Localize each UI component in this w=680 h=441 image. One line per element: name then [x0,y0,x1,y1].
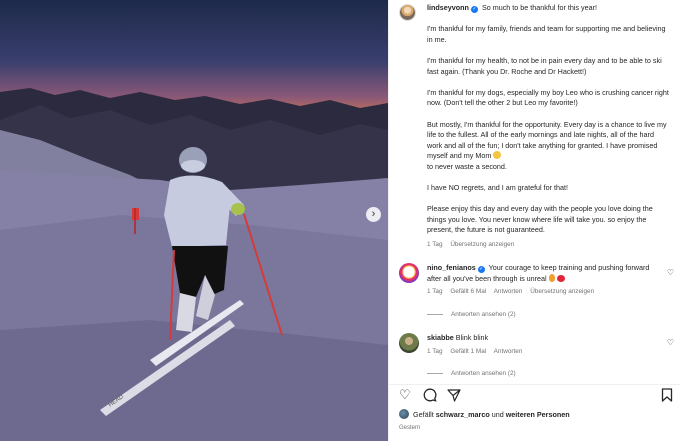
comment-item: nino_fenianos ✓ Your courage to keep trai… [399,263,669,298]
post-time[interactable]: 1 Tag [427,241,443,248]
reply-button[interactable]: Antworten [494,288,523,295]
bookmark-icon[interactable] [661,387,673,406]
verified-icon: ✓ [477,266,485,273]
liked-by-username[interactable]: schwarz_marco [436,410,490,419]
instagram-post-modal: HEAD › lindseyvonn ✓ So much to be thankf… [0,0,680,441]
commenter-avatar[interactable] [399,333,419,353]
view-replies-button[interactable]: Antworten ansehen (2) [427,311,516,318]
caption-paragraph: But mostly, I'm thankful for the opportu… [427,120,669,173]
comment-likes[interactable]: Gefällt 6 Mal [450,288,486,295]
liked-and: und [491,409,504,419]
commenter-username[interactable]: skiabbe [427,333,454,342]
liked-prefix: Gefällt [413,409,434,419]
liker-avatar[interactable] [399,409,409,419]
liked-by-others[interactable]: weiteren Personen [506,410,570,419]
fire-emoji-icon [548,273,555,282]
caption-paragraph: I'm thankful for my dogs, especially my … [427,87,669,108]
commenter-username[interactable]: nino_fenianos [427,263,476,272]
caption-paragraph: I have NO regrets, and I am grateful for… [427,183,569,193]
comment-likes[interactable]: Gefällt 1 Mal [450,348,486,355]
comment-icon[interactable] [423,387,437,406]
author-avatar[interactable] [399,4,416,21]
post-sidebar: lindseyvonn ✓ So much to be thankful for … [388,0,680,441]
caption-paragraph-text: But mostly, I'm thankful for the opportu… [427,119,667,161]
replies-divider-line [427,373,443,374]
reply-button[interactable]: Antworten [494,348,523,355]
author-username[interactable]: lindseyvonn [427,3,469,12]
view-replies-label: Antworten ansehen (2) [451,370,516,377]
caption-row: lindseyvonn ✓ So much to be thankful for … [399,3,669,251]
view-replies-label: Antworten ansehen (2) [451,311,516,318]
next-photo-button[interactable]: › [366,207,381,222]
comment-text: Blink blink [455,333,489,342]
comment-time[interactable]: 1 Tag [427,348,443,355]
caption-paragraph: Please enjoy this day and every day with… [427,204,653,235]
comment-time[interactable]: 1 Tag [427,288,443,295]
comment-item: skiabbe Blink blink 1 Tag Gefällt 1 Mal … [399,333,669,357]
comment-meta: 1 Tag Gefällt 6 Mal Antworten Übersetzun… [427,287,655,298]
comment-meta: 1 Tag Gefällt 1 Mal Antworten [427,347,655,358]
comment-like-heart-icon[interactable]: ♡ [667,268,674,277]
replies-divider-line [427,314,443,315]
red-heart-emoji-icon [556,274,565,282]
post-date[interactable]: Gestern [399,425,420,431]
caption-paragraph: I'm thankful for my health, to not be in… [427,55,662,76]
skier-sunset-image: HEAD [0,88,388,441]
actions-divider [389,384,680,385]
translate-link[interactable]: Übersetzung anzeigen [530,288,594,295]
post-photo[interactable]: HEAD › [0,0,388,441]
comment-body: skiabbe Blink blink 1 Tag Gefällt 1 Mal … [427,333,655,357]
caption-paragraph-text: to never waste a second. [427,161,507,171]
translate-link[interactable]: Übersetzung anzeigen [450,241,514,248]
post-caption: lindseyvonn ✓ So much to be thankful for … [399,3,669,251]
caption-paragraph: I'm thankful for my family, friends and … [427,24,666,44]
liked-by-row: Gefällt schwarz_marco und weiteren Perso… [399,409,570,419]
caption-meta: 1 Tag Übersetzung anzeigen [427,240,669,251]
emoji-icon [493,151,502,160]
chevron-right-icon: › [371,208,376,220]
view-replies-button[interactable]: Antworten ansehen (2) [427,370,516,377]
comment-body: nino_fenianos ✓ Your courage to keep trai… [427,263,655,298]
commenter-avatar[interactable] [399,263,419,283]
comment-like-heart-icon[interactable]: ♡ [667,338,674,347]
caption-first-line: So much to be thankful for this year! [481,3,597,12]
post-actions-bar: ♡ [399,387,675,403]
share-icon[interactable] [447,387,461,406]
caption-text: lindseyvonn ✓ So much to be thankful for … [427,3,669,251]
verified-icon: ✓ [470,6,478,13]
heart-icon[interactable]: ♡ [399,387,411,403]
